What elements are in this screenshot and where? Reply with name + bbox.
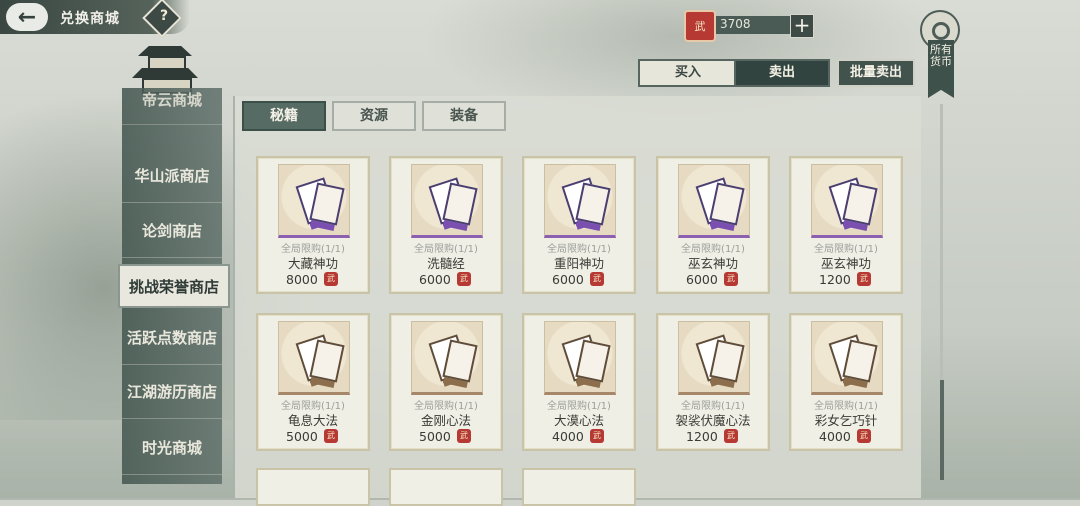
book-icon <box>411 164 483 238</box>
honor-token-icon: 武 <box>590 272 604 286</box>
honor-token-icon: 武 <box>590 429 604 443</box>
item-card[interactable]: 全局限购(1/1) 袈裟伏魔心法 1200 武 <box>656 313 770 451</box>
item-name: 大漠心法 <box>553 413 604 428</box>
scrollbar-thumb[interactable] <box>940 380 944 480</box>
item-name: 洗髓经 <box>427 256 465 271</box>
sidebar-item-huashan[interactable]: 华山派商店 <box>122 148 222 203</box>
currency-value: 3708 <box>720 17 751 31</box>
item-price: 4000 <box>819 429 851 444</box>
honor-token-icon: 武 <box>324 429 338 443</box>
item-card[interactable]: 全局限购(1/1) 重阳神功 6000 武 <box>522 156 636 294</box>
item-card[interactable]: 全局限购(1/1) 巫玄神功 6000 武 <box>656 156 770 294</box>
shop-sidebar: 帝云商城 华山派商店 论剑商店 挑战荣誉商店 活跃点数商店 江湖游历商店 时光商… <box>118 88 230 484</box>
book-icon <box>278 164 350 238</box>
batch-sell-button[interactable]: 批量卖出 <box>837 59 915 87</box>
question-icon: ? <box>160 7 169 24</box>
item-card-partial[interactable] <box>256 468 370 506</box>
page-title: 兑换商城 <box>60 11 120 27</box>
item-price: 1200 <box>819 272 851 287</box>
item-price: 1200 <box>686 429 718 444</box>
item-price: 6000 <box>552 272 584 287</box>
tab-equipment[interactable]: 装备 <box>422 101 506 131</box>
honor-token-icon: 武 <box>724 429 738 443</box>
item-card[interactable]: 全局限购(1/1) 金刚心法 5000 武 <box>389 313 503 451</box>
item-card[interactable]: 全局限购(1/1) 巫玄神功 1200 武 <box>789 156 903 294</box>
add-currency-button[interactable]: + <box>790 14 814 38</box>
tab-resources[interactable]: 资源 <box>332 101 416 131</box>
item-card[interactable]: 全局限购(1/1) 大漠心法 4000 武 <box>522 313 636 451</box>
honor-token-icon: 武 <box>324 272 338 286</box>
all-currency-label: 所有货币 <box>930 43 952 68</box>
book-icon <box>678 321 750 395</box>
item-name: 重阳神功 <box>553 256 604 271</box>
sidebar-item-activity-points[interactable]: 活跃点数商店 <box>122 310 222 365</box>
item-price: 5000 <box>419 429 451 444</box>
honor-token-icon: 武 <box>724 272 738 286</box>
item-name: 金刚心法 <box>420 413 471 428</box>
item-name: 龟息大法 <box>287 413 338 428</box>
item-price: 4000 <box>552 429 584 444</box>
item-card-partial[interactable] <box>522 468 636 506</box>
item-price: 6000 <box>686 272 718 287</box>
item-name: 大藏神功 <box>287 256 338 271</box>
item-name: 巫玄神功 <box>820 256 871 271</box>
item-card-partial[interactable] <box>389 468 503 506</box>
book-icon <box>411 321 483 395</box>
back-arrow-icon[interactable]: ← <box>6 3 48 31</box>
sidebar-item-time-mall[interactable]: 时光商城 <box>122 420 222 475</box>
book-icon <box>544 321 616 395</box>
book-icon <box>544 164 616 238</box>
sidebar-item-jianghu-travel[interactable]: 江湖游历商店 <box>122 364 222 419</box>
honor-token-icon: 武 <box>684 10 716 42</box>
book-icon <box>811 164 883 238</box>
item-card[interactable]: 全局限购(1/1) 大藏神功 8000 武 <box>256 156 370 294</box>
honor-token-icon: 武 <box>857 429 871 443</box>
item-price: 5000 <box>286 429 318 444</box>
sidebar-item-lunjian[interactable]: 论剑商店 <box>122 203 222 258</box>
book-icon <box>278 321 350 395</box>
item-name: 彩女乞巧针 <box>814 413 878 428</box>
tab-secret-books[interactable]: 秘籍 <box>242 101 326 131</box>
item-card[interactable]: 全局限购(1/1) 龟息大法 5000 武 <box>256 313 370 451</box>
tab-buy[interactable]: 买入 <box>638 59 738 87</box>
item-name: 袈裟伏魔心法 <box>675 413 751 428</box>
book-icon <box>678 164 750 238</box>
item-card[interactable]: 全局限购(1/1) 洗髓经 6000 武 <box>389 156 503 294</box>
item-card[interactable]: 全局限购(1/1) 彩女乞巧针 4000 武 <box>789 313 903 451</box>
sidebar-item-challenge-honor[interactable]: 挑战荣誉商店 <box>118 264 230 308</box>
book-icon <box>811 321 883 395</box>
honor-token-icon: 武 <box>857 272 871 286</box>
tab-sell[interactable]: 卖出 <box>734 59 830 87</box>
sidebar-item-diyun[interactable]: 帝云商城 <box>122 74 222 125</box>
item-name: 巫玄神功 <box>687 256 738 271</box>
honor-token-icon: 武 <box>457 272 471 286</box>
item-price: 6000 <box>419 272 451 287</box>
honor-token-icon: 武 <box>457 429 471 443</box>
item-price: 8000 <box>286 272 318 287</box>
